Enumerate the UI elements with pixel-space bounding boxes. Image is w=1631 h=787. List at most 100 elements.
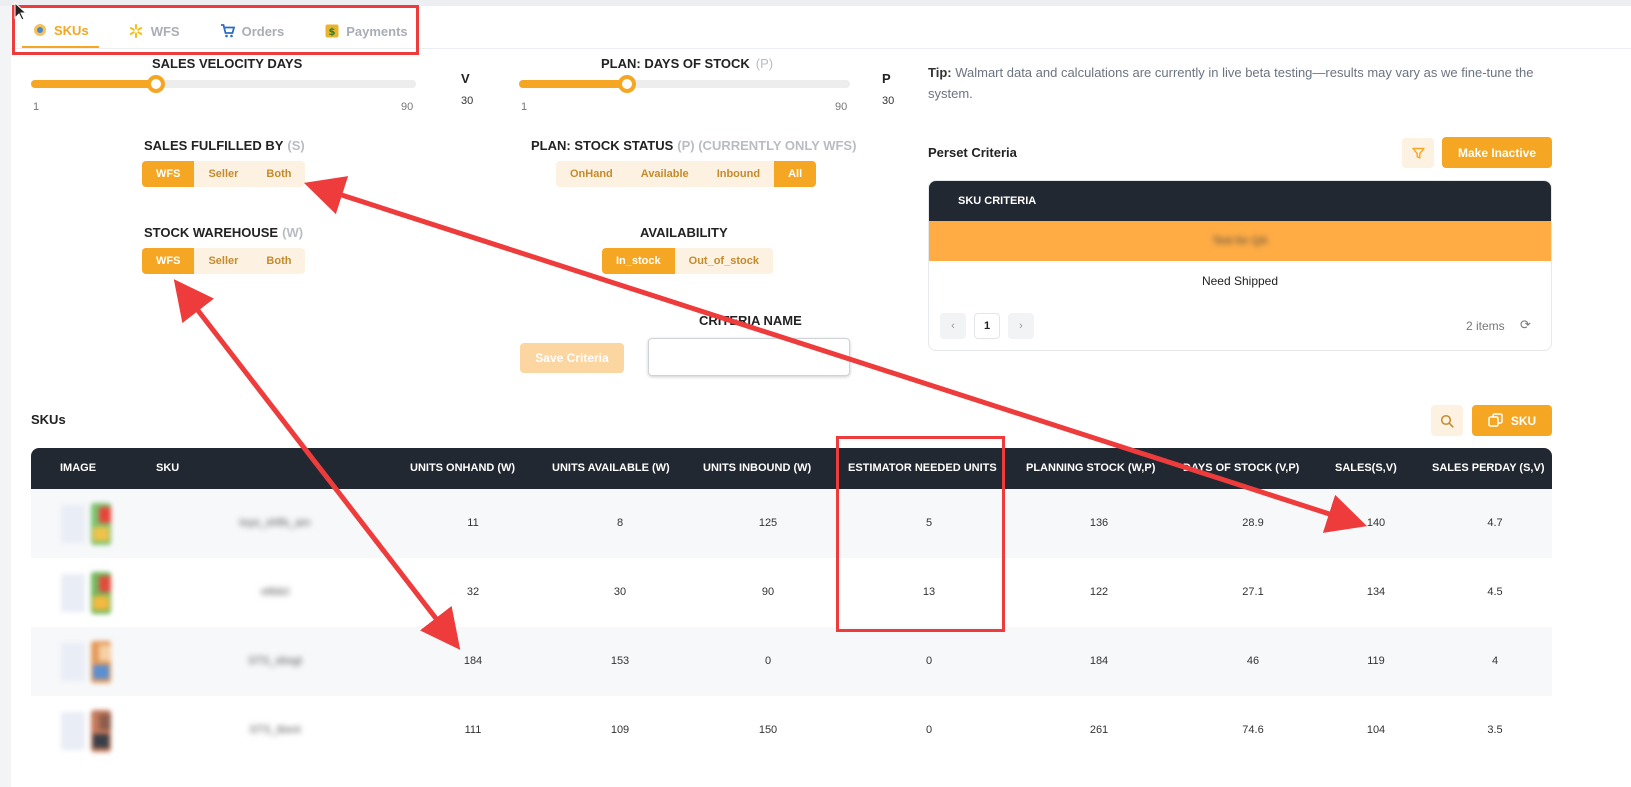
prev-page-button[interactable]: ‹ — [940, 313, 966, 339]
save-criteria-button[interactable]: Save Criteria — [520, 343, 624, 373]
slider-handle[interactable] — [617, 75, 636, 93]
sales-velocity-slider[interactable] — [31, 75, 416, 93]
cell-days: 28.9 — [1242, 517, 1264, 529]
product-thumbnail[interactable] — [59, 501, 129, 547]
status-all-option[interactable]: All — [774, 161, 817, 187]
cell-days: 74.6 — [1242, 724, 1264, 736]
cell-days: 27.1 — [1242, 586, 1264, 598]
status-onhand-option[interactable]: OnHand — [556, 161, 627, 187]
status-inbound-option[interactable]: Inbound — [703, 161, 774, 187]
table-row[interactable]: STS_tbsnt 111 109 150 0 261 74.6 104 3.5 — [31, 696, 1552, 765]
criteria-row[interactable]: Need Shipped — [929, 261, 1551, 301]
skus-table-body: toys_ohfls_am 11 8 125 5 136 28.9 140 4.7 xt8dcl 3… — [31, 489, 1552, 765]
availability-out-of-stock-option[interactable]: Out_of_stock — [675, 248, 773, 274]
cell-onhand: 11 — [467, 517, 479, 529]
perset-criteria-title: Perset Criteria — [928, 145, 1017, 160]
cell-planning: 184 — [1089, 655, 1109, 667]
col-units-inbound[interactable]: UNITS INBOUND (W) — [703, 448, 811, 489]
fulfilled-both-option[interactable]: Both — [252, 161, 305, 187]
cell-perday: 4.5 — [1487, 586, 1503, 598]
cell-sales: 134 — [1366, 586, 1386, 598]
slider-min: 1 — [521, 101, 528, 113]
sales-velocity-title: SALES VELOCITY DAYS — [152, 56, 303, 71]
col-planning-stock[interactable]: PLANNING STOCK (W,P) — [1026, 448, 1155, 489]
sku-cell: STS_sbsgt — [248, 655, 302, 667]
warehouse-both-option[interactable]: Both — [252, 248, 305, 274]
col-days-of-stock[interactable]: DAYS OF STOCK (V,P) — [1183, 448, 1299, 489]
cell-inbound: 150 — [758, 724, 778, 736]
product-thumbnail[interactable] — [59, 570, 129, 616]
chevron-left-icon: ‹ — [951, 320, 955, 332]
fulfilled-by-hint: (S) — [287, 138, 305, 153]
warehouse-title: STOCK WAREHOUSE (W) — [144, 225, 303, 240]
velocity-letter: V — [461, 71, 470, 86]
next-page-button[interactable]: › — [1008, 313, 1034, 339]
tip-text: Walmart data and calculations are curren… — [928, 65, 1534, 101]
availability-toggle: In_stock Out_of_stock — [602, 248, 773, 274]
cursor-icon — [14, 2, 28, 21]
criteria-row-text: Need Shipped — [1201, 274, 1279, 288]
search-button[interactable] — [1431, 405, 1463, 436]
chevron-right-icon: › — [1019, 320, 1023, 332]
cell-estimator: 0 — [925, 655, 933, 667]
status-available-option[interactable]: Available — [627, 161, 703, 187]
cell-available: 153 — [610, 655, 630, 667]
stock-status-toggle: OnHand Available Inbound All — [556, 161, 817, 187]
refresh-icon[interactable]: ⟳ — [1520, 317, 1531, 333]
slider-handle[interactable] — [147, 75, 166, 93]
make-inactive-button[interactable]: Make Inactive — [1442, 137, 1552, 168]
cell-available: 8 — [616, 517, 624, 529]
stock-status-title: PLAN: STOCK STATUS (P) (CURRENTLY ONLY WF… — [531, 138, 856, 153]
warehouse-hint: (W) — [282, 225, 304, 240]
fulfilled-wfs-option[interactable]: WFS — [142, 161, 195, 187]
skus-section-title: SKUs — [31, 412, 66, 427]
plan-days-title: PLAN: DAYS OF STOCK (P) — [601, 56, 773, 71]
skus-table: IMAGE SKU UNITS ONHAND (W) UNITS AVAILAB… — [31, 448, 1552, 765]
cell-inbound: 0 — [764, 655, 772, 667]
copy-icon — [1488, 413, 1503, 427]
warehouse-wfs-option[interactable]: WFS — [142, 248, 195, 274]
cell-sales: 140 — [1366, 517, 1386, 529]
col-sales[interactable]: SALES(S,V) — [1335, 448, 1397, 489]
criteria-row-selected[interactable]: Test for QA — [929, 221, 1551, 261]
cell-available: 109 — [610, 724, 630, 736]
table-row[interactable]: toys_ohfls_am 11 8 125 5 136 28.9 140 4.7 — [31, 489, 1552, 558]
warehouse-seller-option[interactable]: Seller — [194, 248, 252, 274]
table-row[interactable]: STS_sbsgt 184 153 0 0 184 46 119 4 — [31, 627, 1552, 696]
filter-button[interactable] — [1402, 138, 1434, 168]
criteria-row-text: Test for QA — [1212, 235, 1268, 247]
product-thumbnail[interactable] — [59, 708, 129, 754]
slider-max: 90 — [401, 101, 414, 113]
slider-max: 90 — [835, 101, 848, 113]
search-icon — [1440, 414, 1454, 428]
filter-icon — [1411, 147, 1425, 159]
col-units-onhand[interactable]: UNITS ONHAND (W) — [410, 448, 515, 489]
left-strip — [0, 6, 11, 787]
availability-in-stock-option[interactable]: In_stock — [602, 248, 675, 274]
col-sales-perday[interactable]: SALES PERDAY (S,V) — [1432, 448, 1544, 489]
add-sku-button[interactable]: SKU — [1472, 405, 1552, 436]
cell-days: 46 — [1246, 655, 1260, 667]
add-sku-label: SKU — [1510, 413, 1537, 428]
cell-available: 30 — [613, 586, 627, 598]
col-units-available[interactable]: UNITS AVAILABLE (W) — [552, 448, 670, 489]
cell-estimator: 0 — [925, 724, 933, 736]
velocity-value: 30 — [461, 95, 474, 107]
cell-perday: 4.7 — [1487, 517, 1503, 529]
product-thumbnail[interactable] — [59, 639, 129, 685]
sku-cell: STS_tbsnt — [249, 724, 301, 736]
cell-onhand: 184 — [463, 655, 483, 667]
availability-title: AVAILABILITY — [640, 225, 728, 240]
sku-cell: toys_ohfls_am — [239, 517, 311, 529]
plan-days-slider[interactable] — [519, 75, 850, 93]
stock-status-title-text: PLAN: STOCK STATUS — [531, 138, 674, 153]
cell-planning: 122 — [1089, 586, 1109, 598]
table-row[interactable]: xt8dcl 32 30 90 13 122 27.1 134 4.5 — [31, 558, 1552, 627]
tip-prefix: Tip: — [928, 65, 952, 80]
cell-planning: 136 — [1089, 517, 1109, 529]
page-number-button[interactable]: 1 — [974, 313, 1000, 339]
cell-inbound: 90 — [761, 586, 775, 598]
cell-perday: 4 — [1491, 655, 1499, 667]
fulfilled-seller-option[interactable]: Seller — [194, 161, 252, 187]
criteria-name-input[interactable] — [648, 338, 850, 376]
